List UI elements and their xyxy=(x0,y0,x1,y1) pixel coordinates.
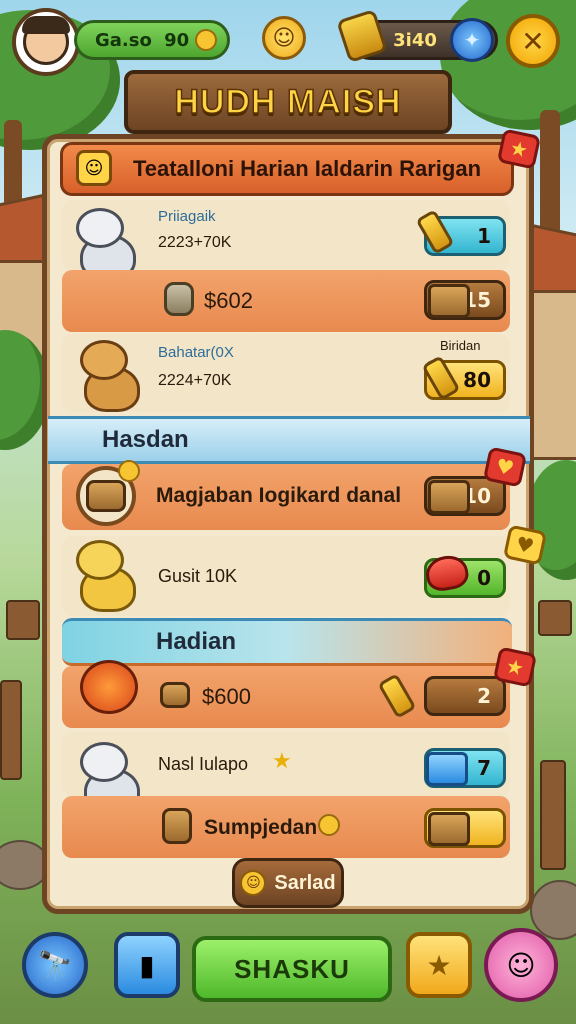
row-text: Sumpjedan xyxy=(204,816,318,839)
gold-pet-icon xyxy=(70,540,142,620)
chip-value: 0 xyxy=(477,566,491,590)
tool-button[interactable]: ▮ xyxy=(114,932,180,998)
coin-icon xyxy=(118,460,140,482)
pet-face-icon: ☺ xyxy=(506,948,536,982)
avatar-face-icon xyxy=(22,16,70,65)
main-action-label: SHASKU xyxy=(234,953,350,984)
telescope-icon: 🔭 xyxy=(37,948,73,982)
gem-button[interactable]: ✦ xyxy=(450,18,494,62)
player-avatar[interactable] xyxy=(12,8,80,76)
coin-icon xyxy=(318,814,340,836)
bottle-icon: ▮ xyxy=(139,948,155,982)
row-tag: Biridan xyxy=(440,338,481,353)
item-text: Magjaban Iogikard danal xyxy=(156,484,402,507)
row-count-chip[interactable]: 2 xyxy=(424,676,506,716)
row-price: $602 xyxy=(204,288,253,313)
bomb-icon xyxy=(80,660,138,714)
currency-left-value: Ga.so xyxy=(95,29,152,51)
chest-icon xyxy=(428,480,470,514)
main-action-button[interactable]: SHASKU xyxy=(192,936,392,1002)
row-stat: 2224+70K xyxy=(158,372,232,389)
header-banner: Teatalloni Harian Ialdarin Rarigan xyxy=(60,142,514,196)
emote-button[interactable]: ☺ xyxy=(262,16,306,60)
row-name: Priiagaik xyxy=(158,208,216,225)
coin-icon xyxy=(195,29,217,51)
saved-button-label: Sarlad xyxy=(274,871,336,894)
item-price: $600 xyxy=(202,684,251,709)
row-name: Bahatar(0X xyxy=(158,344,234,361)
box-icon xyxy=(162,808,192,844)
chip-value: 7 xyxy=(477,756,491,780)
section-title: Hadian xyxy=(156,628,237,655)
bear-pet-icon xyxy=(74,340,146,420)
page-title: HUDH MAISH xyxy=(174,82,402,122)
banner-text: Teatalloni Harian Ialdarin Rarigan xyxy=(133,156,482,181)
currency-bar[interactable]: Ga.so 90 xyxy=(74,20,230,60)
star-icon: ★ xyxy=(272,748,292,773)
section-title: Hasdan xyxy=(102,426,189,453)
smiley-icon: ☺ xyxy=(240,870,267,896)
gem-icon xyxy=(426,752,468,786)
chip-value: 80 xyxy=(463,368,491,392)
top-hud: Ga.so 90 ☺ 3i40 ✦ ✕ xyxy=(0,6,576,76)
saved-button[interactable]: ☺ Sarlad xyxy=(232,858,344,908)
pet-profile-button[interactable]: ☺ xyxy=(484,928,558,1002)
section-header: Hadian xyxy=(62,618,512,666)
resource-value: 3i40 xyxy=(393,29,437,51)
chip-value: 2 xyxy=(477,684,491,708)
section-header: Hasdan xyxy=(48,416,530,464)
crate-icon xyxy=(428,284,470,318)
coin-stack-icon xyxy=(164,282,194,316)
chest-icon xyxy=(428,812,470,846)
telescope-button[interactable]: 🔭 xyxy=(22,932,88,998)
chest-icon xyxy=(86,480,126,512)
favorite-button[interactable]: ★ xyxy=(406,932,472,998)
star-icon: ★ xyxy=(426,948,452,982)
chip-value: 1 xyxy=(477,224,491,248)
row-text: Gusit 10K xyxy=(158,566,238,586)
title-sign: HUDH MAISH xyxy=(124,70,452,134)
close-button[interactable]: ✕ xyxy=(506,14,560,68)
crate-icon xyxy=(160,682,190,708)
row-text: Nasl Iulapo xyxy=(158,754,249,774)
smiley-icon: ☺ xyxy=(76,150,112,186)
currency-right-value: 90 xyxy=(164,29,190,51)
row-stat: 2223+70K xyxy=(158,234,232,251)
